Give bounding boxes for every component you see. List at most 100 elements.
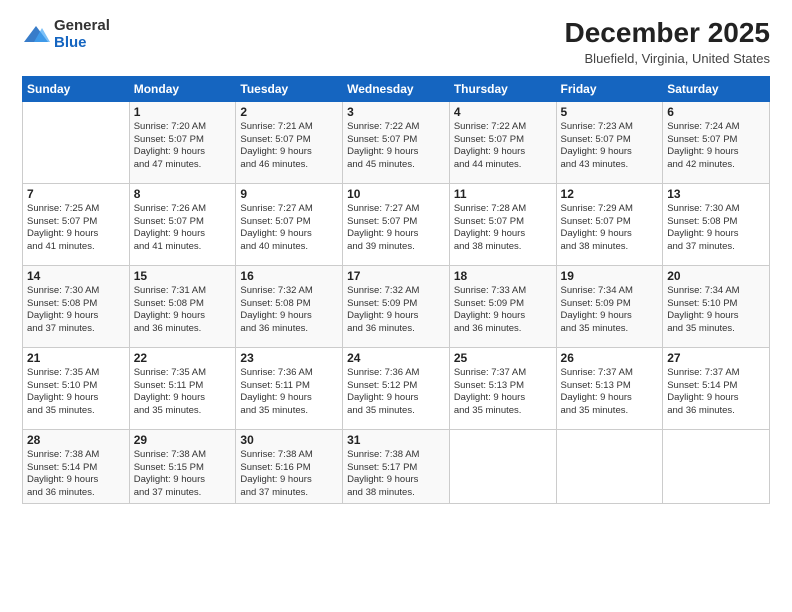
day-number: 3 (347, 105, 445, 119)
logo-general: General (54, 18, 110, 35)
calendar-cell (556, 429, 663, 503)
calendar-cell: 18 Sunrise: 7:33 AMSunset: 5:09 PMDayligh… (449, 265, 556, 347)
day-info: Sunrise: 7:21 AMSunset: 5:07 PMDaylight:… (240, 121, 338, 172)
calendar-cell: 30 Sunrise: 7:38 AMSunset: 5:16 PMDayligh… (236, 429, 343, 503)
day-number: 27 (667, 351, 765, 365)
calendar-cell: 20Sunrise: 7:34 AMSunset: 5:10 PMDayligh… (663, 265, 770, 347)
day-info: Sunrise: 7:27 AMSunset: 5:07 PMDaylight:… (240, 203, 338, 254)
calendar-cell: 9Sunrise: 7:27 AMSunset: 5:07 PMDaylight… (236, 183, 343, 265)
day-info: Sunrise: 7:25 AMSunset: 5:07 PMDaylight:… (27, 203, 125, 254)
calendar-cell: 6 Sunrise: 7:24 AMSunset: 5:07 PMDaylight… (663, 101, 770, 183)
day-info: Sunrise: 7:38 AMSunset: 5:17 PMDaylight:… (347, 449, 445, 500)
day-number: 30 (240, 433, 338, 447)
day-number: 25 (454, 351, 552, 365)
day-number: 23 (240, 351, 338, 365)
day-number: 31 (347, 433, 445, 447)
calendar-cell: 29 Sunrise: 7:38 AMSunset: 5:15 PMDayligh… (129, 429, 236, 503)
calendar-cell: 4 Sunrise: 7:22 AMSunset: 5:07 PMDaylight… (449, 101, 556, 183)
calendar-cell: 17 Sunrise: 7:32 AMSunset: 5:09 PMDayligh… (343, 265, 450, 347)
calendar-cell: 14 Sunrise: 7:30 AMSunset: 5:08 PMDayligh… (23, 265, 130, 347)
day-info: Sunrise: 7:20 AMSunset: 5:07 PMDaylight:… (134, 121, 232, 172)
day-info: Sunrise: 7:32 AMSunset: 5:09 PMDaylight:… (347, 285, 445, 336)
calendar-cell: 22 Sunrise: 7:35 AMSunset: 5:11 PMDayligh… (129, 347, 236, 429)
day-info: Sunrise: 7:37 AMSunset: 5:14 PMDaylight:… (667, 367, 765, 418)
day-info: Sunrise: 7:34 AMSunset: 5:09 PMDaylight:… (561, 285, 659, 336)
calendar-cell: 21Sunrise: 7:35 AMSunset: 5:10 PMDayligh… (23, 347, 130, 429)
logo-blue: Blue (54, 35, 110, 52)
calendar-cell: 12 Sunrise: 7:29 AMSunset: 5:07 PMDayligh… (556, 183, 663, 265)
calendar-cell: 8 Sunrise: 7:26 AMSunset: 5:07 PMDaylight… (129, 183, 236, 265)
location: Bluefield, Virginia, United States (565, 51, 770, 66)
day-info: Sunrise: 7:37 AMSunset: 5:13 PMDaylight:… (561, 367, 659, 418)
day-info: Sunrise: 7:35 AMSunset: 5:11 PMDaylight:… (134, 367, 232, 418)
calendar-cell: 15Sunrise: 7:31 AMSunset: 5:08 PMDayligh… (129, 265, 236, 347)
calendar-cell: 13 Sunrise: 7:30 AMSunset: 5:08 PMDayligh… (663, 183, 770, 265)
calendar-week-1: 1 Sunrise: 7:20 AMSunset: 5:07 PMDaylight… (23, 101, 770, 183)
day-number: 14 (27, 269, 125, 283)
day-header-saturday: Saturday (663, 76, 770, 101)
day-header-monday: Monday (129, 76, 236, 101)
logo-icon (22, 24, 50, 46)
day-number: 6 (667, 105, 765, 119)
day-info: Sunrise: 7:27 AMSunset: 5:07 PMDaylight:… (347, 203, 445, 254)
day-info: Sunrise: 7:22 AMSunset: 5:07 PMDaylight:… (454, 121, 552, 172)
calendar-cell: 2 Sunrise: 7:21 AMSunset: 5:07 PMDaylight… (236, 101, 343, 183)
day-number: 22 (134, 351, 232, 365)
day-number: 29 (134, 433, 232, 447)
day-number: 17 (347, 269, 445, 283)
calendar-week-3: 14 Sunrise: 7:30 AMSunset: 5:08 PMDayligh… (23, 265, 770, 347)
calendar-cell: 19 Sunrise: 7:34 AMSunset: 5:09 PMDayligh… (556, 265, 663, 347)
day-header-sunday: Sunday (23, 76, 130, 101)
calendar-week-4: 21Sunrise: 7:35 AMSunset: 5:10 PMDayligh… (23, 347, 770, 429)
calendar-cell (23, 101, 130, 183)
day-info: Sunrise: 7:26 AMSunset: 5:07 PMDaylight:… (134, 203, 232, 254)
calendar-cell: 24Sunrise: 7:36 AMSunset: 5:12 PMDayligh… (343, 347, 450, 429)
day-info: Sunrise: 7:32 AMSunset: 5:08 PMDaylight:… (240, 285, 338, 336)
day-number: 19 (561, 269, 659, 283)
day-number: 18 (454, 269, 552, 283)
day-info: Sunrise: 7:38 AMSunset: 5:15 PMDaylight:… (134, 449, 232, 500)
day-number: 2 (240, 105, 338, 119)
calendar-cell: 23Sunrise: 7:36 AMSunset: 5:11 PMDayligh… (236, 347, 343, 429)
day-number: 12 (561, 187, 659, 201)
month-title: December 2025 (565, 18, 770, 49)
day-info: Sunrise: 7:38 AMSunset: 5:14 PMDaylight:… (27, 449, 125, 500)
logo: General Blue (22, 18, 110, 51)
day-info: Sunrise: 7:38 AMSunset: 5:16 PMDaylight:… (240, 449, 338, 500)
day-info: Sunrise: 7:24 AMSunset: 5:07 PMDaylight:… (667, 121, 765, 172)
calendar-cell: 26Sunrise: 7:37 AMSunset: 5:13 PMDayligh… (556, 347, 663, 429)
calendar-cell: 25Sunrise: 7:37 AMSunset: 5:13 PMDayligh… (449, 347, 556, 429)
day-header-friday: Friday (556, 76, 663, 101)
day-info: Sunrise: 7:30 AMSunset: 5:08 PMDaylight:… (27, 285, 125, 336)
day-info: Sunrise: 7:28 AMSunset: 5:07 PMDaylight:… (454, 203, 552, 254)
day-info: Sunrise: 7:30 AMSunset: 5:08 PMDaylight:… (667, 203, 765, 254)
day-info: Sunrise: 7:33 AMSunset: 5:09 PMDaylight:… (454, 285, 552, 336)
day-info: Sunrise: 7:29 AMSunset: 5:07 PMDaylight:… (561, 203, 659, 254)
calendar-cell: 16 Sunrise: 7:32 AMSunset: 5:08 PMDayligh… (236, 265, 343, 347)
day-number: 1 (134, 105, 232, 119)
calendar-table: SundayMondayTuesdayWednesdayThursdayFrid… (22, 76, 770, 504)
day-info: Sunrise: 7:31 AMSunset: 5:08 PMDaylight:… (134, 285, 232, 336)
calendar-week-2: 7Sunrise: 7:25 AMSunset: 5:07 PMDaylight… (23, 183, 770, 265)
day-number: 5 (561, 105, 659, 119)
calendar-cell: 7Sunrise: 7:25 AMSunset: 5:07 PMDaylight… (23, 183, 130, 265)
day-number: 28 (27, 433, 125, 447)
day-info: Sunrise: 7:23 AMSunset: 5:07 PMDaylight:… (561, 121, 659, 172)
day-info: Sunrise: 7:36 AMSunset: 5:12 PMDaylight:… (347, 367, 445, 418)
day-header-thursday: Thursday (449, 76, 556, 101)
day-header-wednesday: Wednesday (343, 76, 450, 101)
day-number: 4 (454, 105, 552, 119)
calendar-cell: 5 Sunrise: 7:23 AMSunset: 5:07 PMDaylight… (556, 101, 663, 183)
calendar-cell (663, 429, 770, 503)
calendar-cell: 1 Sunrise: 7:20 AMSunset: 5:07 PMDaylight… (129, 101, 236, 183)
page: General Blue December 2025 Bluefield, Vi… (0, 0, 792, 612)
day-header-tuesday: Tuesday (236, 76, 343, 101)
day-number: 16 (240, 269, 338, 283)
days-header-row: SundayMondayTuesdayWednesdayThursdayFrid… (23, 76, 770, 101)
day-number: 8 (134, 187, 232, 201)
calendar-cell: 3Sunrise: 7:22 AMSunset: 5:07 PMDaylight… (343, 101, 450, 183)
calendar-week-5: 28 Sunrise: 7:38 AMSunset: 5:14 PMDayligh… (23, 429, 770, 503)
day-number: 21 (27, 351, 125, 365)
day-number: 13 (667, 187, 765, 201)
day-number: 10 (347, 187, 445, 201)
